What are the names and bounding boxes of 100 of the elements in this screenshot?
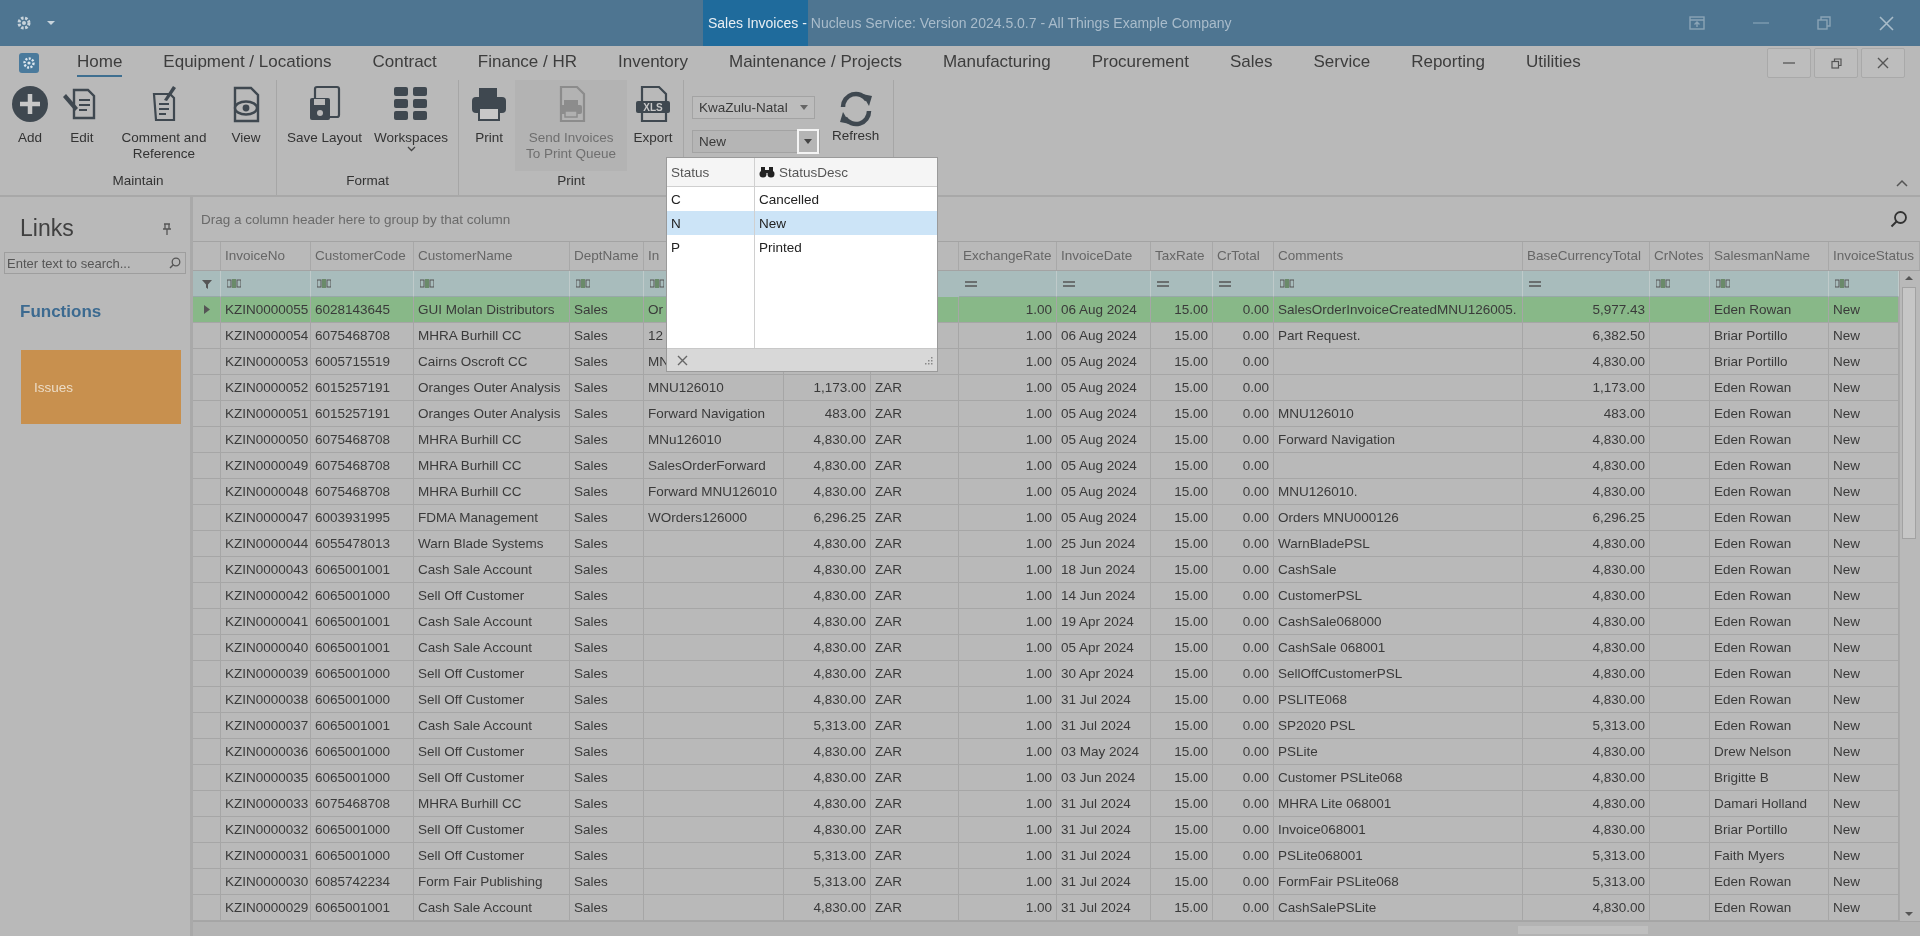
table-row[interactable]: KZIN0000035 6065001000 Sell Off Customer Sales 4,830.00 ZAR 1.00 03 Jun 2024 15.00 0.00 Customer PSLite068 4,830.00 Brigitte B New [193,765,1899,791]
table-row[interactable]: KZIN0000051 6015257191 Oranges Outer Analysis Sales Forward Navigation 483.00 ZAR 1.00 05 Aug 2024 15.00 0.00 MNU126010 483.00 Eden Rowan New [193,401,1899,427]
app-logo-icon[interactable] [19,53,39,73]
ribbon-tab[interactable]: Utilities [1525,49,1581,77]
table-row[interactable]: KZIN0000052 6015257191 Oranges Outer Analysis Sales MNU126010 1,173.00 ZAR 1.00 05 Aug 2024 15.00 0.00 1,173.00 Eden Rowan New [193,375,1899,401]
text-filter-icon[interactable] [1716,279,1730,288]
table-row[interactable]: KZIN0000043 6065001001 Cash Sale Account Sales 4,830.00 ZAR 1.00 18 Jun 2024 15.00 0.00 CashSale 4,830.00 Eden Rowan New [193,557,1899,583]
table-row[interactable]: KZIN0000039 6065001000 Sell Off Customer Sales 4,830.00 ZAR 1.00 30 Apr 2024 15.00 0.00 SellOffCustomerPSL 4,830.00 Eden Rowan New [193,661,1899,687]
table-cell: 6065001000 [311,843,414,869]
table-cell: 1.00 [959,531,1057,557]
close-icon[interactable] [1879,15,1894,31]
ribbon-button[interactable]: Print [463,80,516,171]
table-cell: 6065001000 [311,817,414,843]
ribbon-tab[interactable]: Inventory [618,49,688,77]
window-layout-icon[interactable] [1689,16,1705,30]
table-row[interactable]: KZIN0000033 6075468708 MHRA Burhill CC Sales 4,830.00 ZAR 1.00 31 Jul 2024 15.00 0.00 MHRA Lite 068001 4,830.00 Damari Holland New [193,791,1899,817]
dropdown-option[interactable]: N New [667,211,937,235]
text-filter-icon[interactable] [1835,279,1849,288]
table-cell: Briar Portillo [1710,323,1829,349]
ribbon-tab[interactable]: Procurement [1091,49,1189,77]
text-filter-icon[interactable] [576,279,590,288]
text-filter-icon[interactable] [227,279,241,288]
table-cell: WOrders126000 [644,505,784,531]
table-cell: 4,830.00 [1523,427,1650,453]
dropdown-option[interactable]: P Printed [667,235,937,259]
search-icon[interactable] [1890,210,1908,228]
table-row[interactable]: KZIN0000031 6065001000 Sell Off Customer Sales 5,313.00 ZAR 1.00 31 Jul 2024 15.00 0.00 PSLite068001 5,313.00 Faith Myers New [193,843,1899,869]
table-cell: Eden Rowan [1710,557,1829,583]
table-row[interactable]: KZIN0000041 6065001001 Cash Sale Account Sales 4,830.00 ZAR 1.00 19 Apr 2024 15.00 0.00 CashSale068000 4,830.00 Eden Rowan New [193,609,1899,635]
collapse-icon[interactable] [1896,179,1908,187]
table-cell: New [1829,583,1899,609]
ribbon-button[interactable]: Save Layout [281,80,369,171]
settings-icon[interactable] [16,15,32,31]
table-row[interactable]: KZIN0000037 6065001001 Cash Sale Account Sales 5,313.00 ZAR 1.00 31 Jul 2024 15.00 0.00 SP2020 PSL 5,313.00 Eden Rowan New [193,713,1899,739]
table-row[interactable]: KZIN0000047 6003931995 FDMA Management Sales WOrders126000 6,296.25 ZAR 1.00 05 Aug 2024 15.00 0.00 Orders MNU000126 6,296.25 Eden Rowan New [193,505,1899,531]
table-row[interactable]: KZIN0000042 6065001000 Sell Off Customer Sales 4,830.00 ZAR 1.00 14 Jun 2024 15.00 0.00 CustomerPSL 4,830.00 Eden Rowan New [193,583,1899,609]
ribbon-button[interactable]: Workspaces [368,80,455,171]
ribbon-tab[interactable]: Home [77,49,123,77]
horizontal-scrollbar[interactable] [193,921,1920,936]
ribbon-button[interactable]: Edit [56,80,108,171]
text-filter-icon[interactable] [650,279,664,288]
filter-icon[interactable] [201,278,212,289]
scroll-up-icon[interactable] [1903,275,1914,281]
binoculars-icon[interactable] [759,166,775,178]
text-filter-icon[interactable] [317,279,331,288]
ribbon-button[interactable]: Add [4,80,56,171]
ribbon-tab[interactable]: Contract [372,49,437,77]
table-cell: 6085742234 [311,869,414,895]
table-row[interactable]: KZIN0000048 6075468708 MHRA Burhill CC Sales Forward MNU126010 4,830.00 ZAR 1.00 05 Aug 2024 15.00 0.00 MNU126010. 4,830.00 Eden Rowan New [193,479,1899,505]
text-filter-icon[interactable] [1656,279,1670,288]
resize-grip-icon[interactable] [924,355,933,365]
table-row[interactable]: KZIN0000040 6065001001 Cash Sale Account Sales 4,830.00 ZAR 1.00 05 Apr 2024 15.00 0.00 CashSale 068001 4,830.00 Eden Rowan New [193,635,1899,661]
close-icon[interactable] [677,354,688,366]
table-cell: KZIN0000042 [221,583,311,609]
table-cell: Invoice068001 [1274,817,1523,843]
table-cell: KZIN0000038 [221,687,311,713]
text-filter-icon[interactable] [420,279,434,288]
table-row[interactable]: KZIN0000036 6065001000 Sell Off Customer Sales 4,830.00 ZAR 1.00 03 May 2024 15.00 0.00 PSLite 4,830.00 Drew Nelson New [193,739,1899,765]
table-cell: 05 Aug 2024 [1057,375,1151,401]
table-cell: 15.00 [1151,687,1213,713]
equals-filter-icon[interactable] [965,280,977,287]
ribbon-tab[interactable]: Sales [1229,49,1273,77]
ribbon-tab[interactable]: Reporting [1411,49,1485,77]
table-row[interactable]: KZIN0000032 6065001000 Sell Off Customer Sales 4,830.00 ZAR 1.00 31 Jul 2024 15.00 0.00 Invoice068001 4,830.00 Briar Portillo New [193,817,1899,843]
ribbon-button[interactable]: Comment and Reference [108,80,220,171]
restore-icon [1830,57,1842,69]
table-row[interactable]: KZIN0000038 6065001000 Sell Off Customer Sales 4,830.00 ZAR 1.00 31 Jul 2024 15.00 0.00 PSLITE068 4,830.00 Eden Rowan New [193,687,1899,713]
restore-icon[interactable] [1817,16,1831,30]
ribbon-button[interactable]: View [220,80,272,171]
vertical-scrollbar[interactable] [1899,271,1917,921]
region-dropdown[interactable]: KwaZulu-Natal [692,96,816,119]
table-cell: 6,296.25 [1523,505,1650,531]
table-cell: New [1829,453,1899,479]
equals-filter-icon[interactable] [1063,280,1075,287]
search-field[interactable]: Enter text to search... [4,252,186,274]
ribbon-tab[interactable]: Finance / HR [477,49,578,77]
restore-button[interactable] [1814,48,1858,78]
table-cell: 6065001000 [311,739,414,765]
close-button[interactable] [1861,48,1905,78]
equals-filter-icon[interactable] [1529,280,1541,287]
status-dropdown[interactable]: New [692,130,821,153]
table-row[interactable]: KZIN0000050 6075468708 MHRA Burhill CC Sales MNu126010 4,830.00 ZAR 1.00 05 Aug 2024 15.00 0.00 Forward Navigation 4,830.00 Eden Rowan New [193,427,1899,453]
table-cell: FormFair PSLite068 [1274,869,1523,895]
pin-icon[interactable] [162,222,172,235]
equals-filter-icon[interactable] [1157,280,1169,287]
equals-filter-icon[interactable] [1219,280,1231,287]
ribbon-tab[interactable]: Maintenance / Projects [728,49,902,77]
text-filter-icon[interactable] [1280,279,1294,288]
table-cell: Sell Off Customer [414,765,570,791]
table-cell: 15.00 [1151,765,1213,791]
table-row[interactable]: KZIN0000044 6055478013 Warn Blade Systems Sales 4,830.00 ZAR 1.00 25 Jun 2024 15.00 0.00 WarnBladePSL 4,830.00 Eden Rowan New [193,531,1899,557]
table-row[interactable]: KZIN0000049 6075468708 MHRA Burhill CC Sales SalesOrderForward 4,830.00 ZAR 1.00 05 Aug 2024 15.00 0.00 4,830.00 Eden Rowan New [193,453,1899,479]
table-cell: 0.00 [1213,401,1274,427]
table-row[interactable]: KZIN0000030 6085742234 Form Fair Publishing Sales 5,313.00 ZAR 1.00 31 Jul 2024 15.00 0.00 FormFair PSLite068 5,313.00 Eden Rowan New [193,869,1899,895]
scroll-down-icon[interactable] [1903,911,1914,917]
ribbon-tab[interactable]: Manufacturing [942,49,1051,77]
caret-icon[interactable] [46,20,56,26]
ribbon-tab[interactable]: Service [1313,49,1371,77]
table-cell: Sales [570,765,644,791]
ribbon-tab[interactable]: Equipment / Locations [163,49,332,77]
